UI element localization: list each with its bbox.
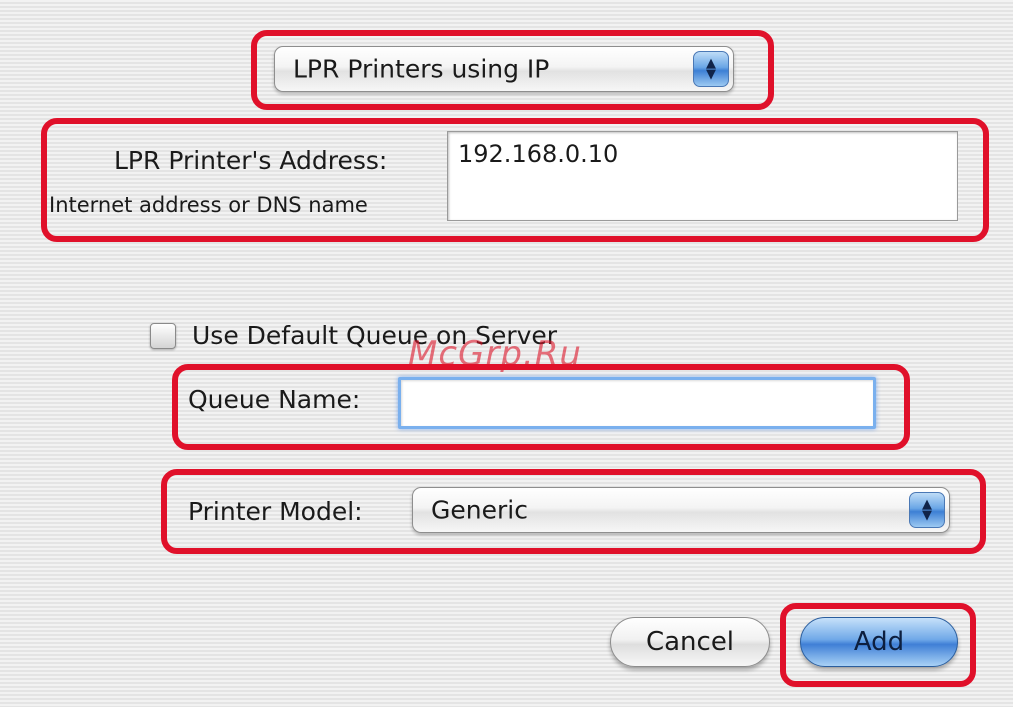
printer-model-popup[interactable]: Generic ▲ ▼ <box>412 487 950 533</box>
cancel-button[interactable]: Cancel <box>610 617 770 667</box>
printer-model-label: Printer Model: <box>188 497 363 526</box>
add-button[interactable]: Add <box>800 617 958 667</box>
protocol-popup-value: LPR Printers using IP <box>293 54 550 84</box>
address-hint: Internet address or DNS name <box>49 193 368 217</box>
queue-name-label: Queue Name: <box>188 385 361 414</box>
printer-model-value: Generic <box>431 495 528 525</box>
protocol-popup[interactable]: LPR Printers using IP ▲ ▼ <box>274 46 734 92</box>
address-field[interactable]: 192.168.0.10 <box>447 131 958 221</box>
popup-arrows-icon: ▲ ▼ <box>909 492 945 528</box>
default-queue-checkbox[interactable] <box>150 323 176 349</box>
queue-name-input[interactable] <box>398 377 876 429</box>
address-label: LPR Printer's Address: <box>114 146 388 175</box>
popup-arrows-icon: ▲ ▼ <box>693 51 729 87</box>
